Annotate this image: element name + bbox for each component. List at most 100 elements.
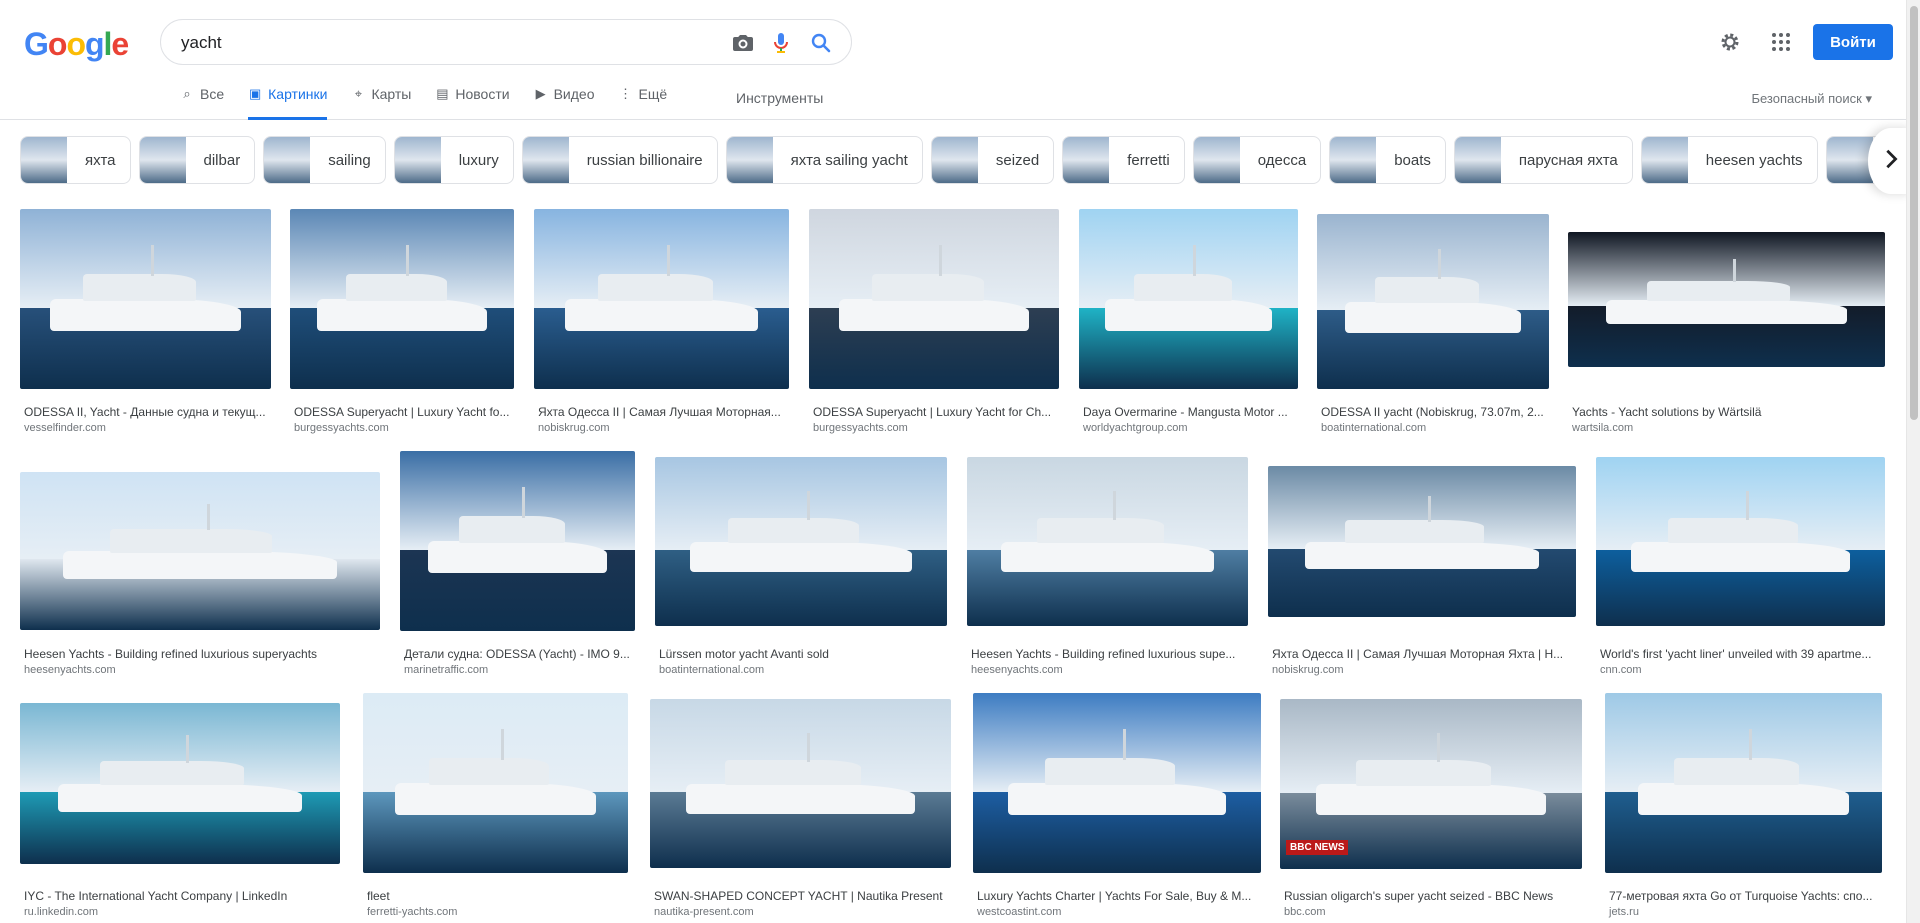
image-result[interactable]: Daya Overmarine - Mangusta Motor ... worl…: [1079, 209, 1298, 435]
mic-icon[interactable]: [769, 31, 793, 55]
chip-thumbnail: [1454, 137, 1501, 183]
result-title[interactable]: Heesen Yachts - Building refined luxurio…: [24, 647, 378, 661]
image-result[interactable]: 77-метровая яхта Go от Turquoise Yachts:…: [1605, 693, 1882, 919]
search-box[interactable]: [160, 19, 852, 65]
thumbnail-shape: [207, 503, 211, 531]
thumbnail-shape: [725, 759, 861, 786]
result-title[interactable]: SWAN-SHAPED CONCEPT YACHT | Nautika Pres…: [654, 889, 949, 903]
thumbnail-shape: [1647, 280, 1790, 301]
result-title[interactable]: Яхта Одесса II | Самая Лучшая Моторная..…: [538, 405, 787, 419]
related-chip[interactable]: яхта: [20, 136, 131, 184]
related-chip[interactable]: boats: [1329, 136, 1446, 184]
result-title[interactable]: ODESSA Superyacht | Luxury Yacht for Ch.…: [813, 405, 1057, 419]
search-icon[interactable]: [809, 31, 833, 55]
camera-icon[interactable]: [731, 31, 755, 55]
gear-icon[interactable]: [1718, 30, 1742, 54]
search-input[interactable]: [181, 32, 681, 54]
result-thumbnail: [1596, 457, 1885, 626]
image-result[interactable]: IYC - The International Yacht Company | …: [20, 703, 340, 919]
tab-2[interactable]: ⌖ Карты: [351, 86, 412, 120]
result-title[interactable]: 77-метровая яхта Go от Turquoise Yachts:…: [1609, 889, 1880, 903]
tab-1[interactable]: ▣ Картинки: [248, 86, 328, 120]
result-source: burgessyachts.com: [294, 422, 389, 434]
thumbnail-shape: [1732, 259, 1736, 282]
chevron-right-icon: [1880, 148, 1902, 175]
scrollbar-thumb[interactable]: [1910, 6, 1918, 420]
result-title[interactable]: Luxury Yachts Charter | Yachts For Sale,…: [977, 889, 1259, 903]
image-result[interactable]: Yachts - Yacht solutions by Wärtsilä wart…: [1568, 232, 1885, 435]
result-source: marinetraffic.com: [404, 664, 489, 676]
thumbnail-shape: [1192, 245, 1196, 276]
related-chip[interactable]: heesen yachts: [1640, 136, 1818, 184]
chip-label: одесса: [1257, 151, 1307, 169]
image-result[interactable]: Luxury Yachts Charter | Yachts For Sale,…: [973, 693, 1261, 919]
image-result[interactable]: BBC NEWS Russian oligarch's super yacht s…: [1280, 699, 1582, 919]
thumbnail-shape: [1355, 760, 1492, 786]
result-title[interactable]: Яхта Одесса II | Самая Лучшая Моторная Я…: [1272, 647, 1574, 661]
result-title[interactable]: ODESSA II yacht (Nobiskrug, 73.07m, 2...: [1321, 405, 1547, 419]
result-title[interactable]: IYC - The International Yacht Company | …: [24, 889, 338, 903]
result-title[interactable]: Детали судна: ODESSA (Yacht) - IMO 9...: [404, 647, 633, 661]
image-result[interactable]: Heesen Yachts - Building refined luxurio…: [967, 457, 1248, 677]
safesearch-dropdown[interactable]: Безопасный поиск ▾: [1751, 91, 1872, 107]
thumbnail-shape: [1746, 490, 1750, 520]
result-thumbnail: [1568, 232, 1885, 367]
image-result[interactable]: ODESSA Superyacht | Luxury Yacht fo... bu…: [290, 209, 514, 435]
image-result[interactable]: ODESSA II, Yacht - Данные судна и текущ.…: [20, 209, 271, 435]
result-title[interactable]: Daya Overmarine - Mangusta Motor ...: [1083, 405, 1296, 419]
related-chip[interactable]: russian billionaire: [521, 136, 718, 184]
image-result[interactable]: Яхта Одесса II | Самая Лучшая Моторная..…: [534, 209, 789, 435]
result-title[interactable]: ODESSA Superyacht | Luxury Yacht fo...: [294, 405, 512, 419]
result-thumbnail: [400, 451, 635, 631]
tools-button[interactable]: Инструменты: [736, 90, 823, 106]
result-thumbnail: [1605, 693, 1882, 873]
apps-grid-icon[interactable]: [1769, 30, 1793, 54]
related-chip[interactable]: яхта sailing yacht: [725, 136, 923, 184]
page-scrollbar[interactable]: [1906, 0, 1920, 923]
related-chip[interactable]: seized: [930, 136, 1055, 184]
thumbnail-shape: [1606, 299, 1847, 324]
thumbnail-shape: [428, 541, 607, 574]
result-thumbnail: [809, 209, 1059, 389]
image-result[interactable]: SWAN-SHAPED CONCEPT YACHT | Nautika Pres…: [650, 699, 951, 919]
result-thumbnail: [973, 693, 1261, 873]
related-chip[interactable]: sailing: [263, 136, 386, 184]
result-title[interactable]: fleet: [367, 889, 626, 903]
image-result[interactable]: ODESSA II yacht (Nobiskrug, 73.07m, 2...…: [1317, 214, 1549, 435]
chip-thumbnail: [931, 137, 978, 183]
result-title[interactable]: Lürssen motor yacht Avanti sold: [659, 647, 945, 661]
chip-label: яхта: [85, 151, 116, 169]
related-chip[interactable]: dilbar: [138, 136, 256, 184]
result-title[interactable]: World's first 'yacht liner' unveiled wit…: [1600, 647, 1883, 661]
image-result[interactable]: World's first 'yacht liner' unveiled wit…: [1596, 457, 1885, 677]
tab-icon: ▤: [436, 86, 449, 101]
tab-icon: ▣: [248, 86, 262, 101]
related-chip[interactable]: парусная яхта: [1453, 136, 1633, 184]
signin-button[interactable]: Войти: [1813, 24, 1893, 60]
result-title[interactable]: Russian oligarch's super yacht seized - …: [1284, 889, 1580, 903]
image-result[interactable]: Heesen Yachts - Building refined luxurio…: [20, 472, 380, 677]
related-chip[interactable]: ferretti: [1062, 136, 1185, 184]
chip-label: luxury: [458, 151, 499, 169]
tab-3[interactable]: ▤ Новости: [435, 86, 509, 120]
related-chips: яхта dilbar sailing luxury russian billionai…: [20, 136, 1890, 186]
related-chip[interactable]: одесса: [1192, 136, 1322, 184]
thumbnail-shape: [1045, 757, 1175, 785]
result-thumbnail: [1317, 214, 1549, 389]
image-result[interactable]: Детали судна: ODESSA (Yacht) - IMO 9... m…: [400, 451, 635, 677]
result-title[interactable]: ODESSA II, Yacht - Данные судна и текущ.…: [24, 405, 269, 419]
result-title[interactable]: Yachts - Yacht solutions by Wärtsilä: [1572, 405, 1883, 419]
tab-4[interactable]: ▶ Видео: [534, 86, 595, 120]
google-logo[interactable]: Google: [24, 26, 129, 63]
image-result[interactable]: Яхта Одесса II | Самая Лучшая Моторная Я…: [1268, 466, 1576, 677]
image-result[interactable]: ODESSA Superyacht | Luxury Yacht for Ch.…: [809, 209, 1059, 435]
image-result[interactable]: Lürssen motor yacht Avanti sold boatinter…: [655, 457, 947, 677]
tab-0[interactable]: ⌕ Все: [180, 86, 224, 120]
image-result[interactable]: fleet ferretti-yachts.com: [363, 693, 628, 919]
logo-letter: g: [84, 26, 105, 62]
related-chip[interactable]: luxury: [393, 136, 514, 184]
tab-5[interactable]: ⋮ Ещё: [618, 86, 667, 120]
chip-label: seized: [995, 151, 1040, 169]
result-title[interactable]: Heesen Yachts - Building refined luxurio…: [971, 647, 1246, 661]
thumbnail-shape: [1375, 277, 1480, 304]
